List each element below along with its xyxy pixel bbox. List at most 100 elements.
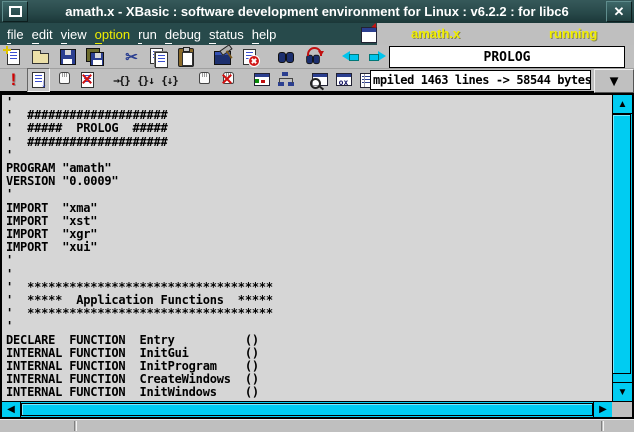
status-bar <box>0 419 634 432</box>
clear-marks-icon[interactable] <box>77 69 98 91</box>
floppy-icon <box>60 49 76 65</box>
right-arrow-icon: ▶ <box>599 404 607 415</box>
xbasic-window: amath.x - XBasic : software development … <box>0 0 634 432</box>
build-icon[interactable] <box>212 46 233 68</box>
hand-icon <box>57 72 70 87</box>
menu-item-view[interactable]: view <box>61 27 87 42</box>
toolbar-main: ✂ PROLOG <box>0 45 634 69</box>
mode-display: PROLOG <box>389 46 625 68</box>
menu-items: file edit view option run debug status help <box>3 23 280 45</box>
run-icon[interactable]: ! <box>3 69 24 91</box>
close-button[interactable]: ✕ <box>606 1 632 22</box>
call-tree-icon[interactable] <box>275 69 296 91</box>
menu-item-file[interactable]: file <box>7 27 24 42</box>
edit-window-icon[interactable] <box>251 69 272 91</box>
navigate-forward-icon[interactable] <box>367 46 388 68</box>
paste-icon[interactable] <box>175 46 196 68</box>
code-line: ' <box>6 268 612 281</box>
down-arrow-icon: ▼ <box>618 387 628 398</box>
step-into-icon[interactable]: →{} <box>111 69 132 91</box>
scroll-up-button[interactable]: ▲ <box>613 95 632 114</box>
main-area: ' ' ####################' ##### PROLOG ##… <box>0 93 634 432</box>
scroll-left-button[interactable]: ◀ <box>2 402 21 417</box>
window-menu-icon <box>9 6 22 17</box>
step-out-icon[interactable]: {↓} <box>159 69 180 91</box>
save-file-icon[interactable] <box>57 46 78 68</box>
red-x-icon <box>221 73 233 85</box>
menu-item-edit[interactable]: edit <box>32 27 53 42</box>
code-line: IMPORT "xma" <box>6 202 612 215</box>
vertical-scrollbar-thumb[interactable] <box>613 114 631 374</box>
right-arrow-icon <box>369 51 386 62</box>
menu-item-help[interactable]: help <box>252 27 277 42</box>
delete-text-icon[interactable] <box>239 46 260 68</box>
copy-icon[interactable] <box>148 46 169 68</box>
step-over-icon[interactable]: {}↓ <box>135 69 156 91</box>
folder-icon <box>32 53 49 64</box>
code-area[interactable]: ' ' ####################' ##### PROLOG ##… <box>2 95 612 401</box>
code-line: IMPORT "xui" <box>6 241 612 254</box>
status-divider <box>74 421 77 431</box>
new-file-icon[interactable] <box>3 46 24 68</box>
dialog-box-icon[interactable]: ox <box>333 69 354 91</box>
resume-icon[interactable] <box>217 69 238 91</box>
code-line: ' <box>6 320 612 333</box>
status-divider <box>601 421 604 431</box>
curved-arrow-icon <box>307 47 322 56</box>
menu-item-debug[interactable]: debug <box>165 27 201 42</box>
compile-status: mpiled 1463 lines -> 58544 bytes <box>370 70 591 90</box>
pause-hand-icon-2[interactable] <box>193 69 214 91</box>
code-line: VERSION "0.0009" <box>6 175 612 188</box>
code-line: ' <box>6 254 612 267</box>
hierarchy-icon <box>278 72 293 87</box>
code-line: ' <box>6 188 612 201</box>
code-line: ' *********************************** <box>6 307 612 320</box>
magnifier-icon <box>310 78 321 89</box>
red-x-icon <box>81 73 93 85</box>
left-arrow-icon: ◀ <box>7 404 15 415</box>
scroll-to-current-icon[interactable]: ↓ <box>27 68 50 92</box>
left-arrow-icon <box>342 51 359 62</box>
menu-item-run[interactable]: run <box>138 27 157 42</box>
program-status: running <box>549 26 597 41</box>
horizontal-scrollbar-thumb[interactable] <box>21 403 593 416</box>
down-arrow-icon: ↓ <box>28 69 49 91</box>
up-arrow-icon: ▲ <box>618 99 628 110</box>
hand-icon <box>197 72 210 87</box>
code-line: ' ##### PROLOG ##### <box>6 122 612 135</box>
editor-frame: ' ' ####################' ##### PROLOG ##… <box>0 93 634 419</box>
open-file-icon[interactable] <box>30 46 51 68</box>
toolbar-debug: ! ↓ →{} {}↓ {↓} ox mpiled 1463 lines -> … <box>0 69 634 93</box>
pause-hand-icon[interactable] <box>53 69 74 91</box>
binoculars-icon <box>278 52 294 62</box>
detach-window-icon[interactable] <box>361 27 377 43</box>
horizontal-scrollbar[interactable]: ◀ ▶ <box>2 401 612 417</box>
menu-item-status[interactable]: status <box>209 27 244 42</box>
vertical-scrollbar[interactable]: ▲ ▼ <box>612 95 632 401</box>
exclamation-icon: ! <box>3 69 24 91</box>
code-line: INTERNAL FUNCTION InitWindows () <box>6 386 612 399</box>
scrollbar-corner <box>612 401 632 417</box>
navigate-back-icon[interactable] <box>340 46 361 68</box>
close-icon: ✕ <box>614 4 625 20</box>
menu-bar: file edit view option run debug status help ama… <box>0 23 634 46</box>
save-all-icon[interactable] <box>84 46 105 68</box>
color-dots-icon <box>255 79 267 85</box>
scroll-right-button[interactable]: ▶ <box>593 402 612 417</box>
program-name: amath.x <box>411 26 460 41</box>
scissors-icon: ✂ <box>121 46 142 68</box>
menu-item-option[interactable]: option <box>95 27 130 42</box>
find-icon[interactable] <box>276 46 297 68</box>
window-menu-button[interactable] <box>2 1 28 22</box>
cut-icon[interactable]: ✂ <box>121 46 142 68</box>
inspect-window-icon[interactable] <box>309 69 330 91</box>
red-x-badge-icon <box>248 55 260 67</box>
title-bar: amath.x - XBasic : software development … <box>0 0 634 23</box>
compile-status-text: mpiled 1463 lines -> 58544 bytes <box>373 73 591 87</box>
scroll-down-button[interactable]: ▼ <box>613 382 632 401</box>
find-next-icon[interactable] <box>303 46 324 68</box>
code-line: DECLARE FUNCTION Entry () <box>6 334 612 347</box>
chevron-down-icon: ▼ <box>607 73 622 90</box>
dropdown-button[interactable]: ▼ <box>594 69 634 93</box>
code-line: ' #################### <box>6 136 612 149</box>
